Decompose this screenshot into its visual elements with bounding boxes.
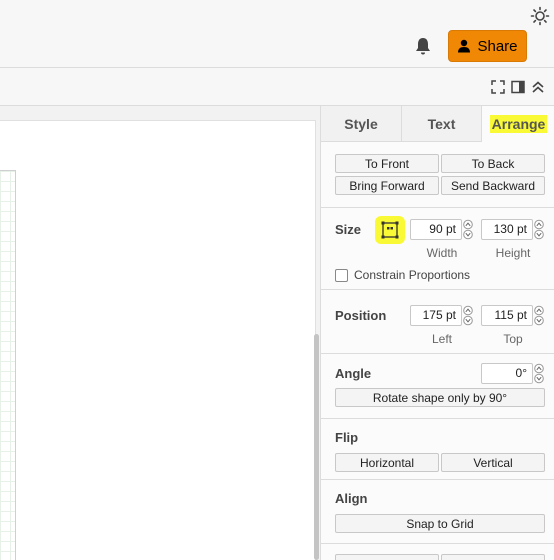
position-section: Position 175 pt 115 pt Left Top [321,290,554,354]
panel-tabs: Style Text Arrange [321,106,554,142]
tab-text[interactable]: Text [402,106,482,142]
autosize-icon [381,221,399,239]
to-front-button[interactable]: To Front [335,154,439,173]
angle-stepper[interactable] [533,363,545,384]
canvas-page[interactable] [0,120,316,560]
order-section: To Front To Back Bring Forward Send Back… [321,142,554,208]
width-input[interactable]: 90 pt [410,219,462,240]
share-label: Share [477,37,518,55]
height-caption: Height [495,246,531,260]
tab-arrange-label: Arrange [489,115,548,133]
flip-label: Flip [335,430,359,445]
app-header: Share [0,0,554,68]
angle-input[interactable]: 0° [481,363,533,384]
format-panel: Style Text Arrange To Front To Back Brin… [320,106,554,560]
tab-arrange[interactable]: Arrange [482,106,554,142]
flip-horizontal-button[interactable]: Horizontal [335,453,439,472]
align-section: Align Snap to Grid [321,480,554,544]
constrain-proportions-label: Constrain Proportions [354,268,471,282]
bring-forward-button[interactable]: Bring Forward [335,176,439,195]
size-label: Size [335,222,362,237]
fullscreen-icon[interactable] [490,79,506,95]
width-caption: Width [426,246,458,260]
angle-section: Angle 0° Rotate shape only by 90° [321,354,554,419]
partial-button-left[interactable] [335,554,439,560]
height-input[interactable]: 130 pt [481,219,533,240]
constrain-proportions-checkbox[interactable] [335,269,348,282]
top-stepper[interactable] [533,305,545,326]
angle-label: Angle [335,366,372,381]
height-stepper[interactable] [533,219,545,240]
to-back-button[interactable]: To Back [441,154,545,173]
partial-button-right[interactable] [441,554,545,560]
autosize-button[interactable] [375,216,405,244]
position-label: Position [335,308,387,323]
sun-icon[interactable] [530,6,550,26]
snap-to-grid-button[interactable]: Snap to Grid [335,514,545,533]
align-label: Align [335,491,368,506]
top-input[interactable]: 115 pt [481,305,533,326]
tab-text-label: Text [427,115,456,132]
share-button[interactable]: Share [448,30,527,62]
tab-style[interactable]: Style [321,106,402,142]
left-stepper[interactable] [462,305,474,326]
vertical-scrollbar[interactable] [314,334,319,560]
flip-section: Flip Horizontal Vertical [321,419,554,480]
flip-vertical-button[interactable]: Vertical [441,453,545,472]
toolbar [0,68,554,106]
left-caption: Left [431,332,452,346]
user-icon [458,39,471,53]
rotate-90-button[interactable]: Rotate shape only by 90° [335,388,545,407]
format-panel-icon[interactable] [510,79,526,95]
send-backward-button[interactable]: Send Backward [441,176,545,195]
left-input[interactable]: 175 pt [410,305,462,326]
bell-icon[interactable] [413,36,433,56]
diagram-canvas[interactable] [0,106,320,560]
tab-style-label: Style [344,115,378,132]
canvas-grid [0,170,16,560]
width-stepper[interactable] [462,219,474,240]
size-section: Size 90 pt 130 pt Width Height Constrain… [321,208,554,290]
collapse-icon[interactable] [530,79,546,95]
top-caption: Top [503,332,523,346]
